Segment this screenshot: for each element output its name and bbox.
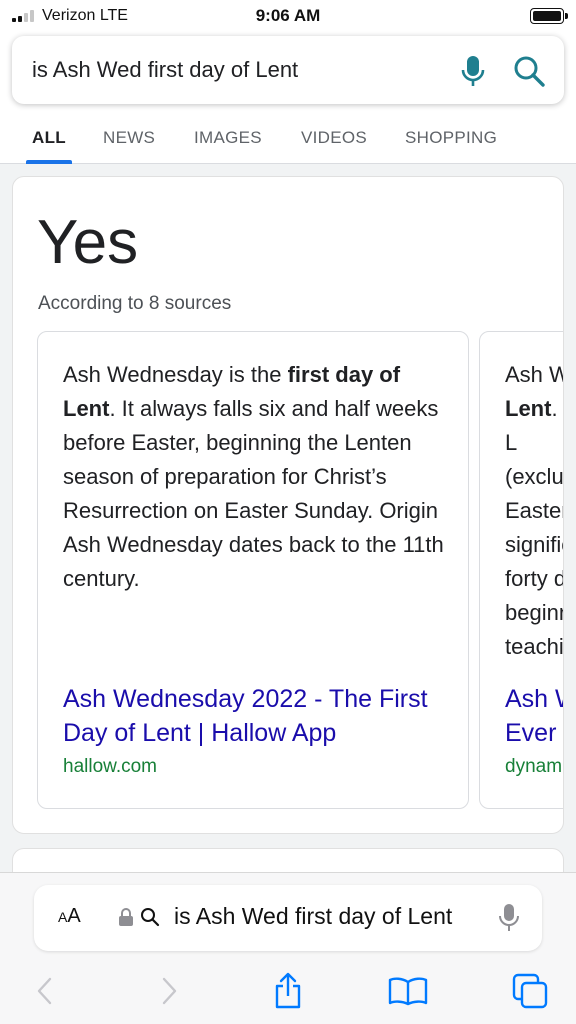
tab-news[interactable]: NEWS	[103, 128, 155, 148]
active-tab-indicator	[26, 160, 72, 164]
answer-text: Yes	[37, 208, 139, 277]
search-tabs: ALL NEWS IMAGES VIDEOS SHOPPING	[0, 120, 576, 164]
safari-bottom-bar: AA is Ash Wed first day of Lent	[0, 872, 576, 1024]
reader-options-button[interactable]: AA	[58, 905, 81, 928]
back-button[interactable]	[24, 971, 64, 1011]
search-box[interactable]: is Ash Wed first day of Lent	[12, 36, 564, 104]
share-button[interactable]	[268, 971, 308, 1011]
tabs-icon	[512, 973, 548, 1009]
search-icon[interactable]	[512, 54, 546, 88]
chevron-right-icon	[162, 977, 177, 1005]
featured-answer-card: Yes According to 8 sources Ash Wednesday…	[12, 176, 564, 834]
tab-all[interactable]: ALL	[32, 128, 66, 148]
search-header: is Ash Wed first day of Lent ALL NEWS IM…	[0, 32, 576, 164]
search-input[interactable]: is Ash Wed first day of Lent	[32, 57, 298, 83]
tabs-button[interactable]	[510, 971, 550, 1011]
snippet-domain: hallow.com	[63, 756, 157, 777]
status-time: 9:06 AM	[255, 6, 321, 25]
snippet-domain: dynami	[505, 756, 564, 777]
lock-icon	[119, 908, 133, 926]
address-bar[interactable]: AA is Ash Wed first day of Lent	[34, 885, 542, 951]
status-bar: Verizon LTE 9:06 AM	[0, 0, 576, 32]
chevron-left-icon	[37, 977, 52, 1005]
address-text[interactable]: is Ash Wed first day of Lent	[174, 903, 474, 930]
forward-button[interactable]	[150, 971, 190, 1011]
share-icon	[275, 972, 301, 1009]
snippet-title-link[interactable]: Ash Wednesday 2022 - The First Day of Le…	[63, 682, 453, 750]
safari-toolbar	[0, 971, 576, 1013]
snippet-highlight: Lent	[505, 396, 552, 421]
snippet-title-link[interactable]: Ash W Ever |	[505, 682, 563, 750]
source-snippet-card[interactable]: Ash W Lent. L (excluc Easter. signific f…	[479, 331, 564, 809]
bookmarks-button[interactable]	[388, 971, 428, 1011]
search-icon	[141, 908, 160, 927]
source-snippet-card[interactable]: Ash Wednesday is the first day of Lent. …	[37, 331, 469, 809]
snippet-text: Ash W Lent. L (excluc Easter. signific f…	[505, 362, 564, 659]
tab-videos[interactable]: VIDEOS	[301, 128, 367, 148]
snippet-text: Ash Wednesday is the first day of Lent. …	[63, 362, 444, 591]
mic-icon[interactable]	[458, 54, 488, 88]
tab-shopping[interactable]: SHOPPING	[405, 128, 497, 148]
book-icon	[388, 977, 428, 1006]
battery-icon	[530, 8, 568, 24]
tab-images[interactable]: IMAGES	[194, 128, 262, 148]
answer-sources: According to 8 sources	[38, 293, 232, 314]
mic-icon[interactable]	[498, 903, 520, 933]
